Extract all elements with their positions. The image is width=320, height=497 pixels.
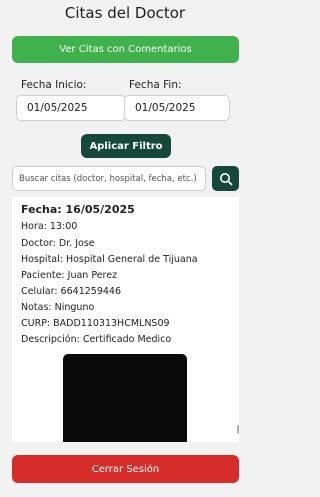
appointment-card[interactable]: Fecha: 16/05/2025 Hora: 13:00 Doctor: Dr… [12,197,239,442]
view-commented-appointments-button[interactable]: Ver Citas con Comentarios [12,36,239,63]
appointment-description: Descripción: Certificado Medico [21,334,172,345]
apply-filter-label: Aplicar Filtro [89,140,163,152]
start-date-field[interactable]: 01/05/2025 [16,95,126,121]
end-date-label: Fecha Fin: [129,79,182,91]
start-date-label: Fecha Inicio: [21,79,87,91]
appointment-time: Hora: 13:00 [21,221,78,232]
appointment-curp: CURP: BADD110313HCMLNS09 [21,318,170,329]
search-input[interactable]: Buscar citas (doctor, hospital, fecha, e… [12,166,206,191]
appointment-doctor: Doctor: Dr. Jose [21,238,95,249]
appointment-patient: Paciente: Juan Perez [21,270,118,281]
end-date-value: 01/05/2025 [135,102,196,114]
appointment-date: Fecha: 16/05/2025 [21,203,135,216]
attachment-image[interactable] [63,354,187,442]
page-title: Citas del Doctor [64,4,186,22]
view-commented-appointments-label: Ver Citas con Comentarios [59,44,192,55]
apply-filter-button[interactable]: Aplicar Filtro [81,134,171,158]
search-placeholder: Buscar citas (doctor, hospital, fecha, e… [19,174,197,184]
end-date-field[interactable]: 01/05/2025 [124,95,230,121]
appointment-hospital: Hospital: Hospital General de Tijuana [21,254,198,265]
search-button[interactable] [212,166,239,191]
start-date-value: 01/05/2025 [27,102,88,114]
logout-label: Cerrar Sesión [91,463,160,475]
appointment-phone: Celular: 6641259446 [21,286,122,297]
card-scrollbar[interactable] [237,425,239,434]
search-icon [219,172,232,185]
appointment-notes: Notas: Ninguno [21,302,95,313]
logout-button[interactable]: Cerrar Sesión [12,455,239,483]
